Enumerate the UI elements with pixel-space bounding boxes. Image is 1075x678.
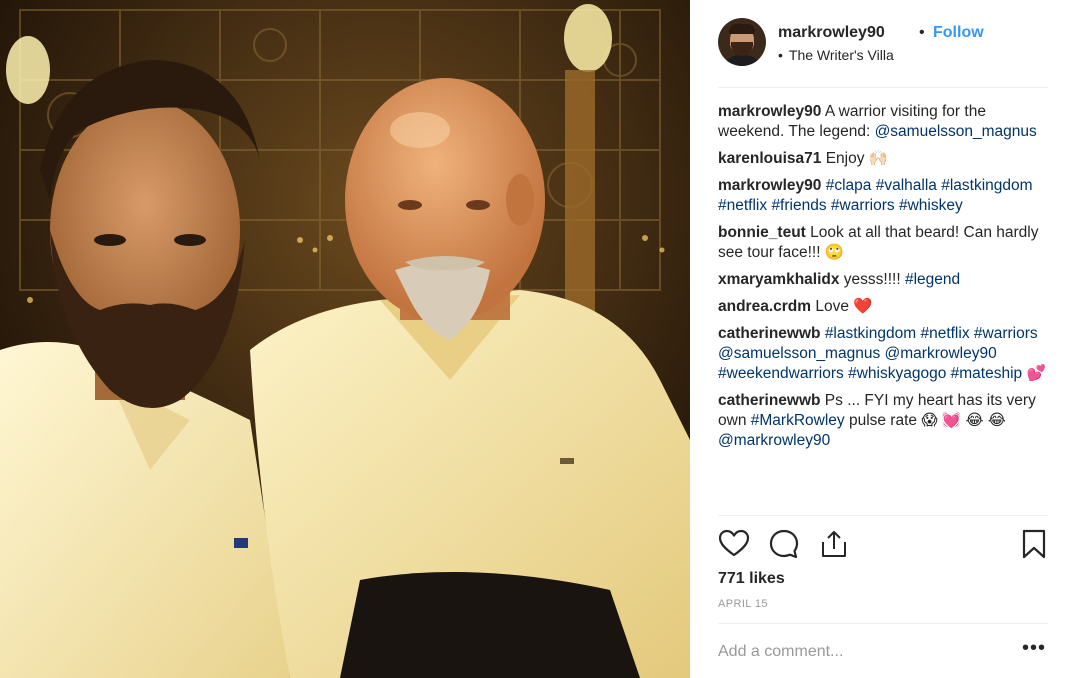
post-photo-illustration — [0, 0, 690, 678]
post-date[interactable]: APRIL 15 — [718, 598, 768, 610]
hashtag-link[interactable]: #lastkingdom — [825, 325, 916, 342]
comment-username[interactable]: xmaryamkhalidx — [718, 271, 840, 288]
comment-item: andrea.crdm Love ❤️ — [718, 297, 1048, 317]
follow-button[interactable]: Follow — [933, 24, 984, 42]
bookmark-icon[interactable] — [1018, 528, 1050, 560]
post-photo[interactable] — [0, 0, 690, 678]
speech-bubble-icon[interactable] — [768, 528, 800, 560]
hashtag-link[interactable]: #whiskey — [899, 197, 963, 214]
location-bullet: • — [778, 47, 783, 63]
mention-link[interactable]: @markrowley90 — [885, 345, 997, 362]
hashtag-link[interactable]: #friends — [771, 197, 826, 214]
post-sidebar: markrowley90 • Follow • The Writer's Vill… — [690, 0, 1075, 678]
comment-username[interactable]: catherinewwb — [718, 325, 821, 342]
comment-username[interactable]: catherinewwb — [718, 392, 821, 409]
comment-username[interactable]: karenlouisa71 — [718, 150, 821, 167]
header-separator: • — [919, 24, 925, 41]
comment-text: pulse rate 😱 💓 😂 😂 — [844, 412, 1006, 429]
hashtag-link[interactable]: #warriors — [831, 197, 895, 214]
hashtag-link[interactable]: #valhalla — [876, 177, 937, 194]
comment-text: Love ❤️ — [811, 298, 873, 315]
mention-link[interactable]: @samuelsson_magnus — [875, 123, 1037, 140]
add-comment-input[interactable] — [718, 640, 1008, 664]
comment-username[interactable]: markrowley90 — [718, 103, 821, 120]
comment-item: catherinewwb #lastkingdom #netflix #warr… — [718, 324, 1048, 384]
comment-text: yesss!!!! — [839, 271, 905, 288]
hashtag-link[interactable]: #mateship — [951, 365, 1023, 382]
mention-link[interactable]: @markrowley90 — [718, 432, 830, 449]
comment-username[interactable]: bonnie_teut — [718, 224, 806, 241]
hashtag-link[interactable]: #legend — [905, 271, 960, 288]
comment-item: karenlouisa71 Enjoy 🙌🏻 — [718, 149, 1048, 169]
comments-list: markrowley90 A warrior visiting for the … — [718, 102, 1048, 458]
comment-username[interactable]: andrea.crdm — [718, 298, 811, 315]
hashtag-link[interactable]: #clapa — [826, 177, 872, 194]
location-name: The Writer's Villa — [788, 47, 894, 63]
hashtag-link[interactable]: #netflix — [920, 325, 969, 342]
author-username[interactable]: markrowley90 — [778, 24, 885, 42]
comments-divider — [718, 515, 1048, 516]
hashtag-link[interactable]: #MarkRowley — [751, 412, 845, 429]
comment-item: xmaryamkhalidx yesss!!!! #legend — [718, 270, 1048, 290]
avatar-body — [720, 55, 764, 66]
hashtag-link[interactable]: #whiskyagogo — [848, 365, 946, 382]
avatar-beard — [731, 42, 753, 56]
share-icon[interactable] — [818, 528, 850, 560]
comment-item: markrowley90 A warrior visiting for the … — [718, 102, 1048, 142]
comment-item: bonnie_teut Look at all that beard! Can … — [718, 223, 1048, 263]
header-divider — [718, 87, 1048, 88]
location-link[interactable]: • The Writer's Villa — [778, 47, 894, 63]
comment-item: catherinewwb Ps ... FYI my heart has its… — [718, 391, 1048, 451]
action-bar — [718, 528, 1048, 560]
avatar-hair — [729, 24, 755, 34]
avatar[interactable] — [718, 18, 766, 66]
more-options-icon[interactable]: ••• — [1022, 638, 1046, 664]
comment-item: markrowley90 #clapa #valhalla #lastkingd… — [718, 176, 1048, 216]
hashtag-link[interactable]: #netflix — [718, 197, 767, 214]
likes-count[interactable]: 771 likes — [718, 570, 785, 588]
hashtag-link[interactable]: #lastkingdom — [941, 177, 1032, 194]
comment-text: Enjoy 🙌🏻 — [821, 150, 889, 167]
comment-username[interactable]: markrowley90 — [718, 177, 821, 194]
heart-outline-icon[interactable] — [718, 528, 750, 560]
hashtag-link[interactable]: #weekendwarriors — [718, 365, 844, 382]
post-header: markrowley90 • Follow • The Writer's Vill… — [718, 18, 1048, 70]
hashtag-link[interactable]: #warriors — [974, 325, 1038, 342]
comment-text: 💕 — [1022, 365, 1046, 382]
mention-link[interactable]: @samuelsson_magnus — [718, 345, 880, 362]
footer-divider — [718, 623, 1048, 624]
